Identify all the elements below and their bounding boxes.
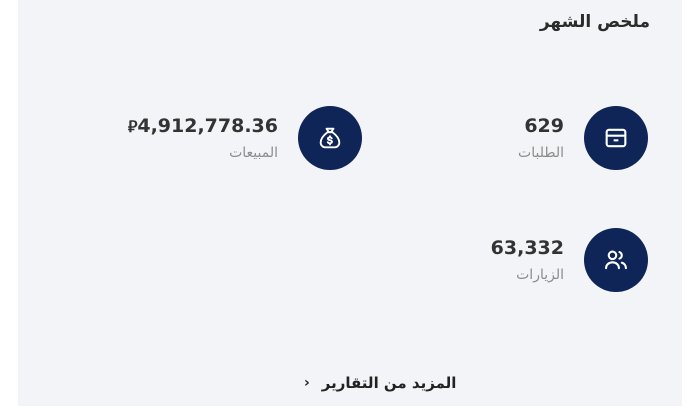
stat-visits: 63,332 الزيارات <box>491 228 648 292</box>
users-icon <box>584 228 648 292</box>
orders-label: الطلبات <box>518 145 564 161</box>
stat-orders: 629 الطلبات <box>518 106 648 170</box>
riyal-icon: ⃁ <box>127 117 138 136</box>
visits-texts: 63,332 الزيارات <box>491 237 564 283</box>
orders-texts: 629 الطلبات <box>518 115 564 161</box>
more-reports-label: المزيد من التقارير <box>321 374 457 392</box>
monthly-summary-card: ملخص الشهر 629 الطلبات ⃁4,912,778.36 الم… <box>18 0 682 406</box>
sales-value: 4,912,778.36 <box>137 115 278 137</box>
visits-label: الزيارات <box>516 267 564 283</box>
visits-value: 63,332 <box>490 237 564 259</box>
sales-label: المبيعات <box>229 145 278 161</box>
sales-texts: ⃁4,912,778.36 المبيعات <box>122 115 278 161</box>
summary-title: ملخص الشهر <box>539 12 650 32</box>
orders-value: 629 <box>524 115 564 137</box>
money-bag-icon <box>298 106 362 170</box>
chevron-right-icon: › <box>304 375 310 391</box>
sales-value-row: ⃁4,912,778.36 <box>122 115 278 137</box>
more-reports-link[interactable]: › المزيد من التقارير <box>304 374 456 392</box>
box-icon <box>584 106 648 170</box>
stat-sales: ⃁4,912,778.36 المبيعات <box>122 106 362 170</box>
